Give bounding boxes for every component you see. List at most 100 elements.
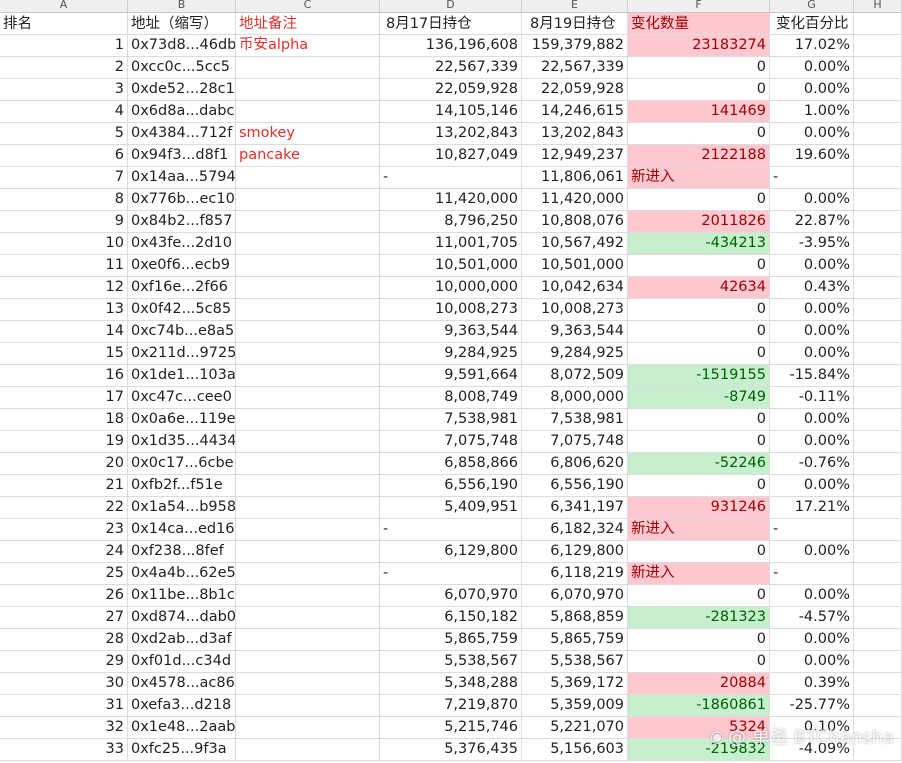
note-cell[interactable] xyxy=(236,343,380,365)
empty-cell[interactable] xyxy=(854,387,902,409)
note-cell[interactable] xyxy=(236,673,380,695)
aug17-cell[interactable]: 6,129,800 xyxy=(380,541,522,563)
change-cell[interactable]: 2011826 xyxy=(628,211,770,233)
empty-cell[interactable] xyxy=(854,629,902,651)
change-cell[interactable]: 0 xyxy=(628,541,770,563)
pct-cell[interactable]: 0.00% xyxy=(770,629,854,651)
aug19-cell[interactable]: 6,341,197 xyxy=(522,497,628,519)
empty-cell[interactable] xyxy=(854,123,902,145)
pct-cell[interactable]: 0.00% xyxy=(770,585,854,607)
aug17-cell[interactable]: 14,105,146 xyxy=(380,101,522,123)
rank-cell[interactable]: 8 xyxy=(0,189,128,211)
address-cell[interactable]: 0x1de1...103a xyxy=(128,365,236,387)
aug19-cell[interactable]: 6,182,324 xyxy=(522,519,628,541)
aug17-cell[interactable]: 8,796,250 xyxy=(380,211,522,233)
change-cell[interactable]: 2122188 xyxy=(628,145,770,167)
aug17-cell[interactable]: 11,420,000 xyxy=(380,189,522,211)
note-cell[interactable] xyxy=(236,365,380,387)
empty-cell[interactable] xyxy=(854,541,902,563)
address-cell[interactable]: 0x0c17...6cbe xyxy=(128,453,236,475)
rank-cell[interactable]: 3 xyxy=(0,79,128,101)
rank-cell[interactable]: 30 xyxy=(0,673,128,695)
empty-cell[interactable] xyxy=(854,255,902,277)
aug19-cell[interactable]: 11,420,000 xyxy=(522,189,628,211)
empty-cell[interactable] xyxy=(854,343,902,365)
pct-cell[interactable]: 0.00% xyxy=(770,123,854,145)
header-address[interactable]: 地址（缩写） xyxy=(128,13,236,35)
aug19-cell[interactable]: 5,221,070 xyxy=(522,717,628,739)
column-header-g[interactable]: G xyxy=(770,0,854,12)
change-cell[interactable]: -281323 xyxy=(628,607,770,629)
aug17-cell[interactable]: 8,008,749 xyxy=(380,387,522,409)
column-header-c[interactable]: C xyxy=(236,0,380,12)
column-header-a[interactable]: A xyxy=(0,0,128,12)
pct-cell[interactable]: 0.00% xyxy=(770,409,854,431)
pct-cell[interactable]: 0.00% xyxy=(770,475,854,497)
aug19-cell[interactable]: 7,538,981 xyxy=(522,409,628,431)
note-cell[interactable] xyxy=(236,299,380,321)
aug17-cell[interactable]: 136,196,608 xyxy=(380,35,522,57)
aug19-cell[interactable]: 10,808,076 xyxy=(522,211,628,233)
rank-cell[interactable]: 14 xyxy=(0,321,128,343)
change-cell[interactable]: 新进入 xyxy=(628,167,770,189)
empty-cell[interactable] xyxy=(854,475,902,497)
empty-cell[interactable] xyxy=(854,409,902,431)
address-cell[interactable]: 0x0a6e...119e xyxy=(128,409,236,431)
change-cell[interactable]: 141469 xyxy=(628,101,770,123)
pct-cell[interactable]: 0.00% xyxy=(770,189,854,211)
address-cell[interactable]: 0x776b...ec10 xyxy=(128,189,236,211)
empty-cell[interactable] xyxy=(854,167,902,189)
rank-cell[interactable]: 10 xyxy=(0,233,128,255)
empty-cell[interactable] xyxy=(854,607,902,629)
aug17-cell[interactable]: 6,150,182 xyxy=(380,607,522,629)
address-cell[interactable]: 0x211d...9725 xyxy=(128,343,236,365)
rank-cell[interactable]: 25 xyxy=(0,563,128,585)
change-cell[interactable]: 20884 xyxy=(628,673,770,695)
address-cell[interactable]: 0x14ca...ed16 xyxy=(128,519,236,541)
note-cell[interactable] xyxy=(236,321,380,343)
address-cell[interactable]: 0x84b2...f857 xyxy=(128,211,236,233)
empty-cell[interactable] xyxy=(854,101,902,123)
address-cell[interactable]: 0x4a4b...62e5 xyxy=(128,563,236,585)
note-cell[interactable] xyxy=(236,101,380,123)
aug19-cell[interactable]: 10,008,273 xyxy=(522,299,628,321)
aug19-cell[interactable]: 9,284,925 xyxy=(522,343,628,365)
rank-cell[interactable]: 21 xyxy=(0,475,128,497)
pct-cell[interactable]: -0.11% xyxy=(770,387,854,409)
pct-cell[interactable]: 0.43% xyxy=(770,277,854,299)
aug19-cell[interactable]: 5,359,009 xyxy=(522,695,628,717)
rank-cell[interactable]: 13 xyxy=(0,299,128,321)
address-cell[interactable]: 0xfb2f...f51e xyxy=(128,475,236,497)
aug19-cell[interactable]: 6,129,800 xyxy=(522,541,628,563)
aug17-cell[interactable]: 5,409,951 xyxy=(380,497,522,519)
header-rank[interactable]: 排名 xyxy=(0,13,128,35)
empty-cell[interactable] xyxy=(854,453,902,475)
empty-cell[interactable] xyxy=(854,79,902,101)
pct-cell[interactable]: 0.00% xyxy=(770,431,854,453)
address-cell[interactable]: 0x4384...712f xyxy=(128,123,236,145)
aug17-cell[interactable]: 5,538,567 xyxy=(380,651,522,673)
aug19-cell[interactable]: 5,868,859 xyxy=(522,607,628,629)
address-cell[interactable]: 0xcc0c...5cc5 xyxy=(128,57,236,79)
pct-cell[interactable]: - xyxy=(770,563,854,585)
aug17-cell[interactable]: 9,284,925 xyxy=(380,343,522,365)
pct-cell[interactable]: 0.00% xyxy=(770,57,854,79)
aug19-cell[interactable]: 10,567,492 xyxy=(522,233,628,255)
note-cell[interactable]: 币安alpha xyxy=(236,35,380,57)
note-cell[interactable] xyxy=(236,629,380,651)
aug19-cell[interactable]: 13,202,843 xyxy=(522,123,628,145)
change-cell[interactable]: 0 xyxy=(628,409,770,431)
change-cell[interactable]: 0 xyxy=(628,585,770,607)
empty-cell[interactable] xyxy=(854,431,902,453)
aug19-cell[interactable]: 5,369,172 xyxy=(522,673,628,695)
note-cell[interactable] xyxy=(236,189,380,211)
pct-cell[interactable]: 0.00% xyxy=(770,541,854,563)
note-cell[interactable] xyxy=(236,541,380,563)
pct-cell[interactable]: -25.77% xyxy=(770,695,854,717)
note-cell[interactable] xyxy=(236,695,380,717)
note-cell[interactable] xyxy=(236,563,380,585)
aug17-cell[interactable]: 11,001,705 xyxy=(380,233,522,255)
empty-cell[interactable] xyxy=(854,563,902,585)
change-cell[interactable]: 0 xyxy=(628,343,770,365)
header-empty[interactable] xyxy=(854,13,902,35)
